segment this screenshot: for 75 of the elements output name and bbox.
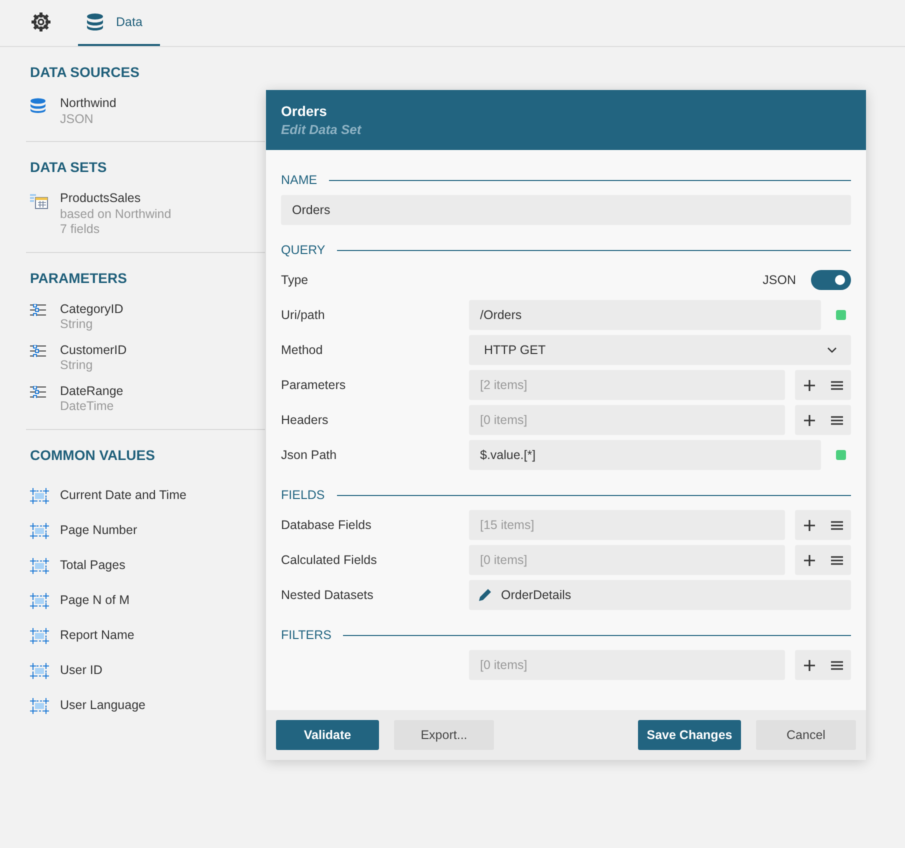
plus-icon <box>804 554 814 566</box>
nested-dataset-field[interactable]: OrderDetails <box>469 580 851 610</box>
field-icon <box>30 488 49 504</box>
section-heading: DATA SETS <box>29 158 108 177</box>
item-title[interactable]: User Language <box>60 698 146 714</box>
item-title[interactable]: Northwind <box>60 96 116 112</box>
item-title[interactable]: Page N of M <box>60 592 130 608</box>
toggle-label: JSON <box>762 273 796 287</box>
primary-button[interactable]: Validate <box>276 720 379 750</box>
data-tab[interactable]: Data <box>78 0 160 46</box>
field-label: Calculated Fields <box>281 553 378 567</box>
menu-icon <box>831 660 843 670</box>
primary-button[interactable]: Save Changes <box>638 720 741 750</box>
item-subtitle: 7 fields <box>60 222 101 238</box>
field-icon <box>30 522 49 538</box>
item-title[interactable]: Page Number <box>60 522 138 538</box>
toggle-switch[interactable] <box>811 270 851 290</box>
section-heading: FILTERS <box>281 628 332 642</box>
item-title[interactable]: Current Date and Time <box>60 488 186 504</box>
field-label: Method <box>281 343 324 357</box>
secondary-button[interactable]: Export... <box>394 720 494 750</box>
sliders-icon <box>30 304 46 316</box>
field-label: Nested Datasets <box>281 588 374 602</box>
field-label: Uri/path <box>281 308 326 322</box>
item-subtitle: String <box>60 358 94 374</box>
menu-icon <box>831 380 843 390</box>
section-heading: NAME <box>281 173 318 187</box>
table-icon <box>30 193 48 209</box>
plus-icon <box>804 660 814 670</box>
field-icon <box>30 558 49 574</box>
sliders-icon <box>30 386 46 398</box>
field-icon <box>30 662 49 678</box>
field-icon <box>30 698 49 714</box>
dropdown[interactable]: HTTP GET <box>469 335 851 365</box>
field-label: Json Path <box>281 448 338 462</box>
input-field[interactable]: /Orders <box>469 300 821 330</box>
database-icon <box>30 98 46 113</box>
secondary-button[interactable]: Cancel <box>756 720 856 750</box>
pencil-icon <box>478 588 492 602</box>
sliders-icon <box>30 344 46 356</box>
menu-icon <box>831 556 843 564</box>
plus-icon <box>804 414 814 426</box>
item-title[interactable]: CustomerID <box>60 342 127 358</box>
plus-icon <box>804 380 814 390</box>
section-heading: DATA SOURCES <box>29 63 140 82</box>
item-subtitle: String <box>60 317 94 332</box>
section-heading: COMMON VALUES <box>29 446 156 464</box>
item-title[interactable]: ProductsSales <box>60 191 172 206</box>
field-label: Type <box>281 273 310 287</box>
field-label: Headers <box>281 413 330 427</box>
section-heading: PARAMETERS <box>29 268 128 288</box>
field-icon <box>30 592 49 608</box>
item-subtitle: JSON <box>60 112 94 127</box>
item-title[interactable]: DateRange <box>60 384 124 399</box>
item-subtitle: based on Northwind <box>60 206 172 222</box>
item-title[interactable]: CategoryID <box>60 302 124 317</box>
item-subtitle: DateTime <box>60 399 115 414</box>
section-heading: QUERY <box>281 243 326 257</box>
field-icon <box>30 628 49 644</box>
item-title[interactable]: User ID <box>60 662 102 678</box>
chevron-down-icon <box>827 347 837 353</box>
gear-icon <box>31 12 51 32</box>
input-field[interactable]: $.value.[*] <box>469 440 821 470</box>
field-label: Database Fields <box>281 518 372 532</box>
plus-icon <box>804 520 814 530</box>
input-field[interactable]: Orders <box>281 195 851 225</box>
database-icon <box>86 13 104 31</box>
item-title[interactable]: Report Name <box>60 628 134 644</box>
menu-icon <box>831 416 843 424</box>
field-label: Parameters <box>281 378 347 392</box>
dialog-title: Orders <box>281 102 328 120</box>
item-title[interactable]: Total Pages <box>60 558 126 574</box>
section-heading: FIELDS <box>281 488 325 502</box>
menu-icon <box>831 520 843 530</box>
dialog-subtitle: Edit Data Set <box>281 121 363 139</box>
